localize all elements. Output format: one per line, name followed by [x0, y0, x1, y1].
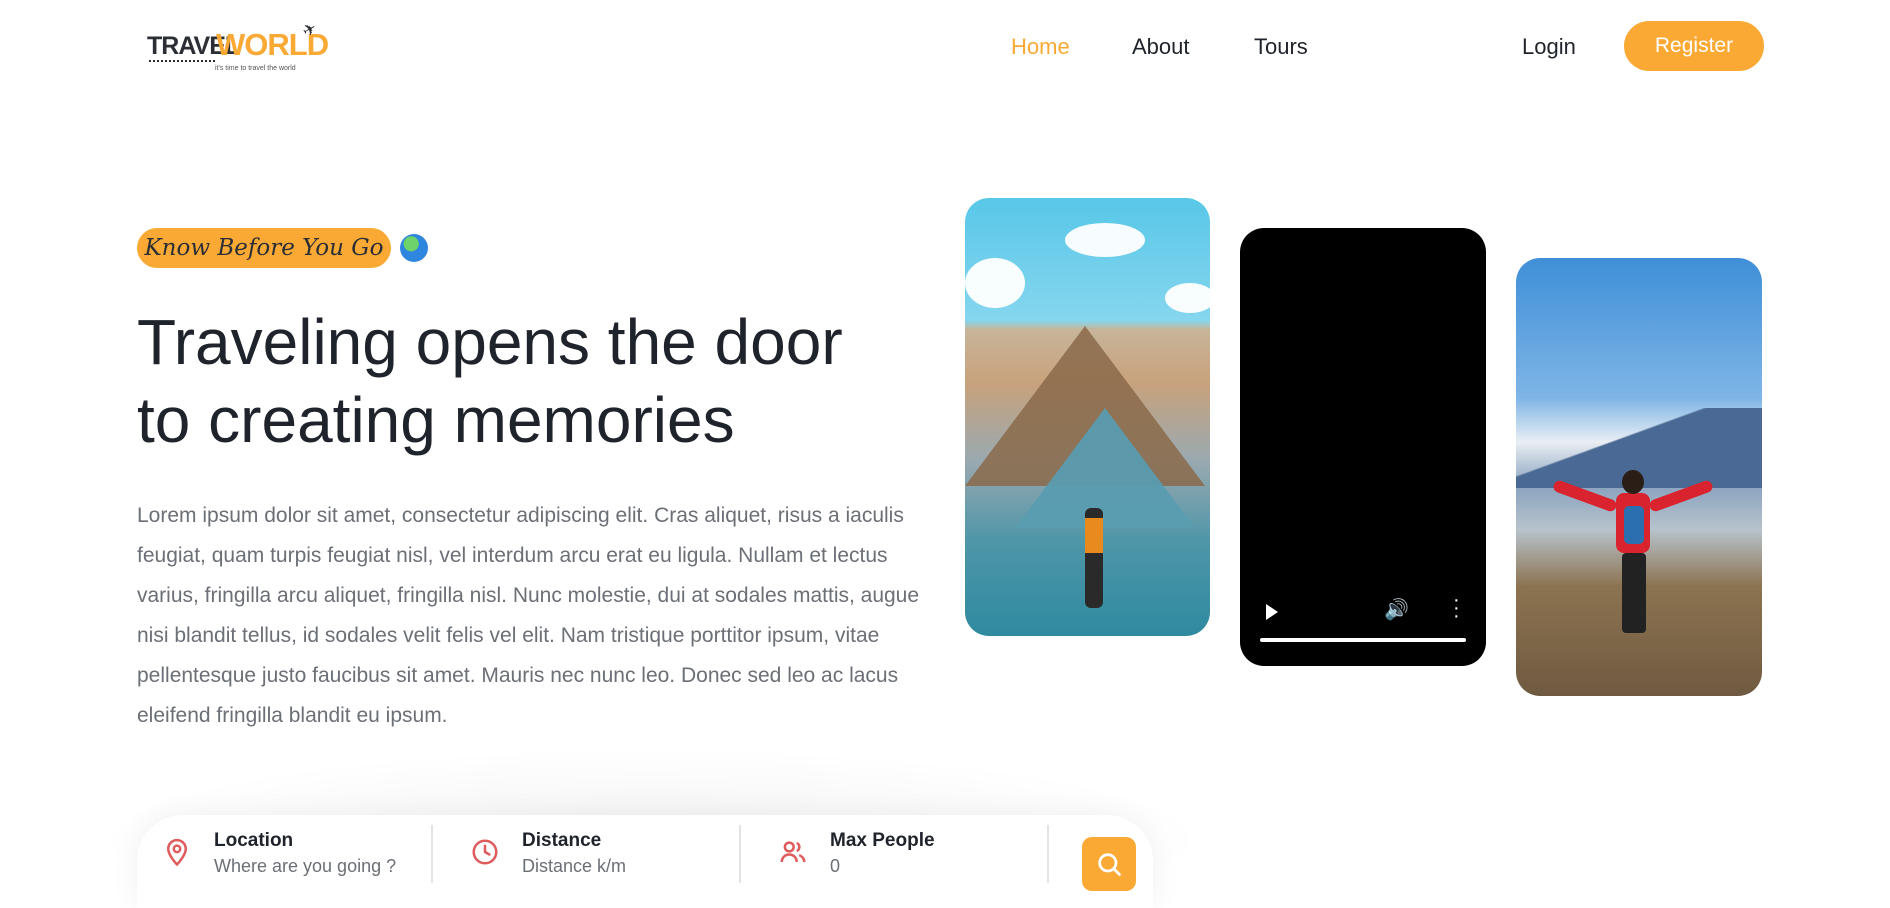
hero-description: Lorem ipsum dolor sit amet, consectetur …	[137, 504, 920, 727]
nav-home-link[interactable]: Home	[1011, 34, 1070, 60]
hiker-legs	[1622, 553, 1646, 633]
location-input[interactable]	[214, 856, 414, 877]
max-people-input[interactable]	[830, 856, 1030, 877]
location-field: Location	[137, 815, 427, 908]
search-icon	[1098, 853, 1121, 876]
distance-label: Distance	[522, 830, 602, 851]
hero-image-louvre	[965, 198, 1210, 636]
cloud-shape	[1065, 223, 1145, 257]
globe-icon	[400, 234, 428, 262]
field-divider	[739, 825, 741, 883]
more-vertical-icon[interactable]: · · ·	[1453, 590, 1460, 626]
hero-title-line-1: Traveling opens the door	[137, 306, 843, 378]
cloud-shape	[1165, 283, 1210, 313]
page: TRAVEL WORLD ✈ it's time to travel the w…	[0, 0, 1890, 908]
clock-icon	[472, 839, 498, 865]
play-icon[interactable]	[1266, 604, 1278, 620]
glass-pyramid-shape	[1015, 408, 1195, 528]
login-button[interactable]: Login	[1522, 34, 1576, 60]
nav-tours-link[interactable]: Tours	[1254, 34, 1308, 60]
map-pin-icon	[166, 838, 188, 867]
register-button[interactable]: Register	[1624, 21, 1764, 71]
max-people-field: Max People	[753, 815, 1043, 908]
hero-title: Traveling opens the door to creating mem…	[137, 303, 917, 459]
hero-subtitle-badge: Know Before You Go	[137, 228, 391, 268]
hero-video-player[interactable]: 🔊 · · ·	[1240, 228, 1486, 666]
field-divider	[431, 825, 433, 883]
max-people-label: Max People	[830, 830, 935, 851]
hero-title-line-2: to creating memories	[137, 384, 735, 456]
hero-image-hiker	[1516, 258, 1762, 696]
field-divider	[1047, 825, 1049, 883]
hiker-backpack	[1624, 506, 1644, 544]
search-bar: Location Distance Max People	[137, 815, 1153, 908]
nav-about-link[interactable]: About	[1132, 34, 1190, 60]
hiker-head	[1622, 470, 1644, 494]
users-icon	[780, 841, 806, 863]
distance-input[interactable]	[522, 856, 722, 877]
location-label: Location	[214, 830, 294, 851]
volume-icon[interactable]: 🔊	[1384, 597, 1409, 622]
logo[interactable]: TRAVEL WORLD ✈ it's time to travel the w…	[147, 20, 329, 77]
traveler-figure	[1085, 508, 1103, 608]
cloud-shape	[965, 258, 1025, 308]
header: TRAVEL WORLD ✈ it's time to travel the w…	[0, 0, 1890, 95]
logo-dotted-line	[149, 60, 215, 62]
video-progress-bar[interactable]	[1260, 638, 1466, 642]
distance-field: Distance	[445, 815, 735, 908]
hero-subtitle-row: Know Before You Go	[137, 228, 428, 268]
logo-tagline: it's time to travel the world	[215, 65, 296, 72]
search-button[interactable]	[1082, 837, 1136, 891]
